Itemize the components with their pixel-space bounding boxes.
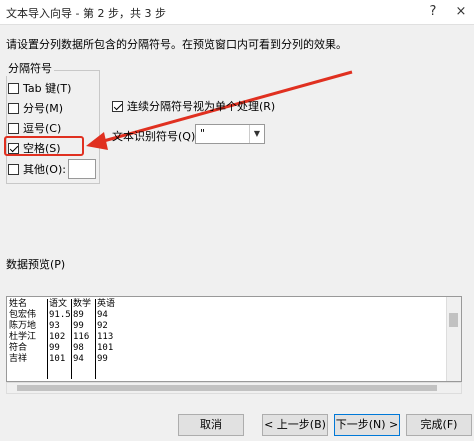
preview-cell: 93 — [49, 321, 60, 331]
preview-cell: 101 — [97, 343, 114, 353]
checkbox-tab[interactable]: Tab 键(T) — [8, 80, 71, 96]
preview-cell: 杜学江 — [9, 332, 37, 342]
preview-cell: 101 — [49, 354, 66, 364]
preview-cell: 94 — [73, 354, 84, 364]
preview-cell: 92 — [97, 321, 108, 331]
chevron-down-icon[interactable]: ▼ — [249, 125, 264, 143]
qualifier-select[interactable]: " ▼ — [195, 124, 265, 144]
preview-cell: 符合 — [9, 343, 28, 353]
preview-label: 数据预览(P) — [6, 258, 66, 271]
preview-cell: 99 — [73, 321, 84, 331]
checkbox-semicolon[interactable]: 分号(M) — [8, 100, 63, 116]
column-separator[interactable] — [47, 299, 48, 379]
preview-cell: 英语 — [97, 299, 116, 309]
close-button[interactable]: × — [448, 0, 474, 24]
preview-cell: 姓名 — [9, 299, 28, 309]
qualifier-label: 文本识别符号(Q): — [112, 130, 199, 143]
highlight-box — [4, 136, 84, 156]
preview-cell: 99 — [97, 354, 108, 364]
back-button[interactable]: < 上一步(B) — [262, 414, 328, 436]
help-button[interactable]: ? — [420, 0, 446, 24]
preview-cell: 吉祥 — [9, 354, 28, 364]
preview-cell: 102 — [49, 332, 66, 342]
checkbox-box[interactable] — [112, 100, 123, 112]
preview-cell: 113 — [97, 332, 114, 342]
preview-area[interactable]: 姓名 语文 数学 英语 包宏伟 91.5 89 94 陈万地 93 99 92 … — [6, 296, 462, 382]
instruction-text: 请设置分列数据所包含的分隔符号。在预览窗口内可看到分列的效果。 — [6, 38, 347, 51]
preview-cell: 91.5 — [49, 310, 71, 320]
checkbox-label: 连续分隔符号视为单个处理(R) — [127, 100, 276, 113]
column-separator[interactable] — [71, 299, 72, 379]
next-button[interactable]: 下一步(N) > — [334, 414, 400, 436]
column-separator[interactable] — [95, 299, 96, 379]
preview-cell: 99 — [49, 343, 60, 353]
consecutive-checkbox[interactable]: 连续分隔符号视为单个处理(R) — [112, 98, 275, 114]
preview-cell: 116 — [73, 332, 90, 342]
preview-cell: 98 — [73, 343, 84, 353]
checkbox-box[interactable] — [8, 122, 19, 134]
checkbox-other[interactable]: 其他(O): — [8, 161, 66, 177]
checkbox-label: 其他(O): — [23, 163, 66, 176]
checkbox-label: 逗号(C) — [23, 122, 62, 135]
preview-vertical-scrollbar[interactable] — [446, 297, 461, 381]
window-title: 文本导入向导 - 第 2 步，共 3 步 — [6, 7, 166, 20]
preview-cell: 语文 — [49, 299, 68, 309]
other-delimiter-input[interactable] — [68, 159, 96, 179]
title-bar: 文本导入向导 - 第 2 步，共 3 步 ? × — [0, 0, 474, 25]
scrollbar-thumb[interactable] — [449, 313, 458, 327]
preview-cell: 陈万地 — [9, 321, 37, 331]
checkbox-comma[interactable]: 逗号(C) — [8, 120, 61, 136]
delimiters-group-title: 分隔符号 — [6, 60, 54, 76]
checkbox-box[interactable] — [8, 163, 19, 175]
checkbox-label: Tab 键(T) — [23, 82, 72, 95]
checkbox-box[interactable] — [8, 82, 19, 94]
preview-cell: 数学 — [73, 299, 92, 309]
preview-cell: 94 — [97, 310, 108, 320]
checkbox-box[interactable] — [8, 102, 19, 114]
preview-cell: 包宏伟 — [9, 310, 37, 320]
preview-cell: 89 — [73, 310, 84, 320]
preview-horizontal-scrollbar[interactable] — [6, 382, 462, 394]
finish-button[interactable]: 完成(F) — [406, 414, 472, 436]
cancel-button[interactable]: 取消 — [178, 414, 244, 436]
qualifier-value: " — [200, 127, 206, 140]
checkbox-label: 分号(M) — [23, 102, 64, 115]
scrollbar-thumb[interactable] — [17, 385, 437, 391]
